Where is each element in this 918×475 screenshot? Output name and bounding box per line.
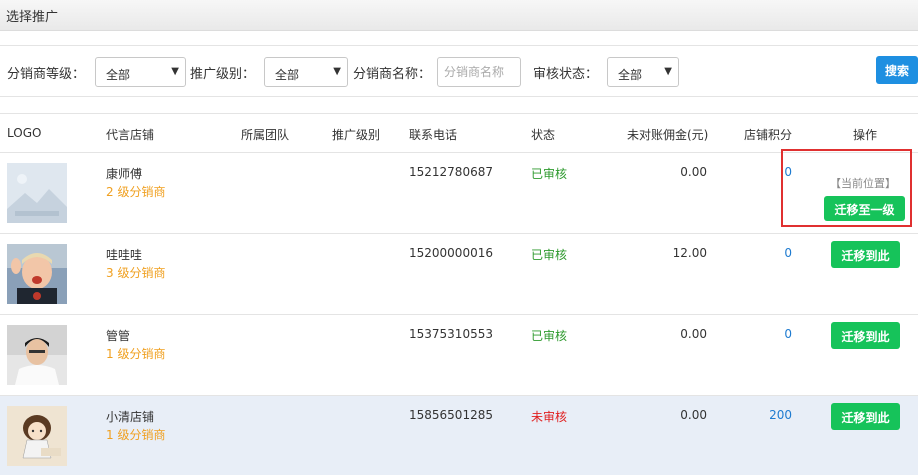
name-filter-label: 分销商名称：	[353, 67, 432, 82]
distributor-level: 2 级分销商	[106, 185, 166, 199]
col-actions: 操作	[853, 128, 878, 142]
commission-amount: 12.00	[672, 246, 707, 260]
commission-amount: 0.00	[680, 408, 707, 422]
status-filter-label: 审核状态：	[533, 67, 599, 82]
distributor-level: 1 级分销商	[106, 347, 166, 361]
status-text: 已审核	[531, 167, 568, 181]
table-header: LOGO 代言店铺 所属团队 推广级别 联系电话 状态 未对账佣金(元) 店铺积…	[0, 113, 918, 153]
child-photo	[7, 244, 67, 304]
cartoon-girl-photo	[7, 406, 67, 466]
level-filter-label: 分销商等级：	[7, 67, 86, 82]
filter-bar: 分销商等级： 全部 ▼ 推广级别： 全部 ▼ 分销商名称： 审核状态： 全部 ▼…	[0, 45, 918, 97]
col-phone: 联系电话	[409, 128, 458, 142]
table-row: 管管 1 级分销商 15375310553 已审核 0.00 0 迁移到此	[0, 315, 918, 396]
commission-amount: 0.00	[680, 165, 707, 179]
man-photo	[7, 325, 67, 385]
table-row: 小清店铺 1 级分销商 15856501285 未审核 0.00 200 迁移到…	[0, 396, 918, 475]
col-shop: 代言店铺	[106, 128, 155, 142]
distributor-level: 1 级分销商	[106, 428, 166, 442]
col-points: 店铺积分	[744, 128, 793, 142]
search-button[interactable]: 搜索	[876, 56, 918, 84]
shop-name: 哇哇哇	[106, 248, 143, 262]
shop-points: 200	[769, 408, 792, 422]
level-select[interactable]: 全部 ▼	[95, 57, 186, 87]
move-here-button[interactable]: 迁移到此	[831, 403, 900, 430]
table-row: 哇哇哇 3 级分销商 15200000016 已审核 12.00 0 迁移到此	[0, 234, 918, 315]
col-promo-level: 推广级别	[332, 128, 381, 142]
current-position-label: 【当前位置】	[830, 177, 896, 190]
page-title: 选择推广	[6, 10, 59, 25]
move-here-button[interactable]: 迁移到此	[831, 241, 900, 268]
phone-number: 15212780687	[409, 165, 493, 179]
commission-amount: 0.00	[680, 327, 707, 341]
status-text: 未审核	[531, 410, 568, 424]
chevron-down-icon: ▼	[333, 66, 341, 77]
move-to-first-level-button[interactable]: 迁移至一级	[824, 196, 905, 221]
col-logo: LOGO	[7, 126, 42, 140]
chevron-down-icon: ▼	[664, 66, 672, 77]
shop-name: 康师傅	[106, 167, 143, 181]
name-search-input[interactable]	[437, 57, 521, 87]
col-commission: 未对账佣金(元)	[627, 128, 709, 142]
distributor-level: 3 级分销商	[106, 266, 166, 280]
status-select[interactable]: 全部 ▼	[607, 57, 679, 87]
shop-name: 小清店铺	[106, 410, 155, 424]
shop-points: 0	[784, 246, 792, 260]
phone-number: 15375310553	[409, 327, 493, 341]
level-select-value: 全部	[106, 68, 131, 82]
move-here-button[interactable]: 迁移到此	[831, 322, 900, 349]
status-text: 已审核	[531, 329, 568, 343]
chevron-down-icon: ▼	[171, 66, 179, 77]
status-select-value: 全部	[618, 68, 643, 82]
phone-number: 15856501285	[409, 408, 493, 422]
col-team: 所属团队	[241, 128, 290, 142]
promo-filter-label: 推广级别：	[190, 67, 256, 82]
title-bar: 选择推广	[0, 0, 918, 31]
promo-select-value: 全部	[275, 68, 300, 82]
col-status: 状态	[531, 128, 556, 142]
shop-name: 管管	[106, 329, 131, 343]
shop-points: 0	[784, 327, 792, 341]
status-text: 已审核	[531, 248, 568, 262]
placeholder-image-icon	[7, 163, 67, 223]
phone-number: 15200000016	[409, 246, 493, 260]
promo-level-select[interactable]: 全部 ▼	[264, 57, 348, 87]
